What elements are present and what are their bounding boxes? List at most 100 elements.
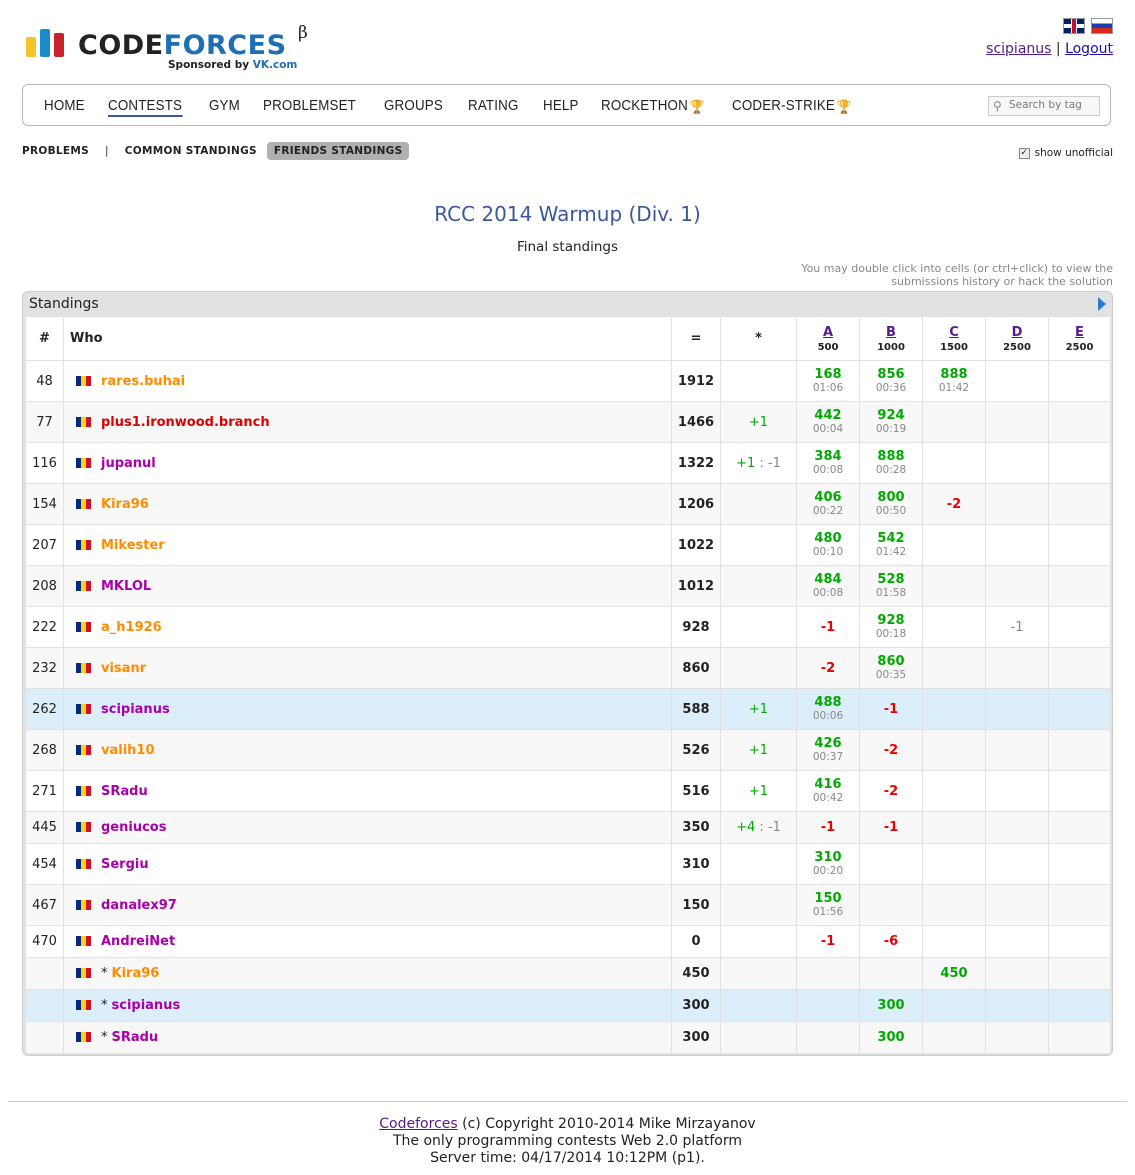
- hacks-cell[interactable]: [720, 843, 797, 885]
- problem-cell-d[interactable]: [985, 843, 1049, 885]
- common-standings-link[interactable]: COMMON STANDINGS: [125, 145, 257, 157]
- russian-flag-icon[interactable]: [1091, 18, 1113, 34]
- problem-cell-c[interactable]: [922, 1021, 986, 1054]
- handle-link[interactable]: MKLOL: [101, 579, 151, 594]
- problem-cell-a[interactable]: 384 00:08: [796, 442, 860, 484]
- problems-link[interactable]: PROBLEMS: [22, 145, 89, 157]
- hacks-cell[interactable]: +1: [720, 401, 797, 443]
- problem-cell-c[interactable]: [922, 565, 986, 607]
- handle-link[interactable]: AndreiNet: [101, 934, 175, 949]
- problem-cell-b[interactable]: -1: [859, 811, 923, 844]
- menu-item-rating[interactable]: RATING: [468, 98, 519, 117]
- problem-cell-c[interactable]: -2: [922, 483, 986, 525]
- handle-link[interactable]: scipianus: [101, 702, 170, 717]
- problem-cell-e[interactable]: [1048, 606, 1111, 648]
- problem-cell-b[interactable]: 860 00:35: [859, 647, 923, 689]
- problem-cell-d[interactable]: [985, 811, 1049, 844]
- hacks-cell[interactable]: [720, 884, 797, 926]
- problem-cell-b[interactable]: 300: [859, 1021, 923, 1054]
- problem-cell-b[interactable]: [859, 957, 923, 990]
- problem-cell-b[interactable]: 888 00:28: [859, 442, 923, 484]
- problem-cell-b[interactable]: -2: [859, 770, 923, 812]
- hacks-cell[interactable]: +4 : -1: [720, 811, 797, 844]
- problem-cell-c[interactable]: [922, 925, 986, 958]
- problem-cell-b[interactable]: [859, 843, 923, 885]
- menu-item-coder-strike[interactable]: CODER-STRIKE 🏆: [732, 98, 852, 117]
- problem-cell-a[interactable]: [796, 989, 860, 1022]
- problem-cell-c[interactable]: [922, 401, 986, 443]
- problem-cell-c[interactable]: [922, 688, 986, 730]
- problem-cell-e[interactable]: [1048, 729, 1111, 771]
- codeforces-logo[interactable]: CODEFORCES β Sponsored by VK.com: [26, 23, 326, 77]
- problem-cell-d[interactable]: [985, 401, 1049, 443]
- contest-title[interactable]: RCC 2014 Warmup (Div. 1): [0, 202, 1135, 226]
- problem-cell-b[interactable]: -6: [859, 925, 923, 958]
- problem-cell-e[interactable]: [1048, 360, 1111, 402]
- problem-cell-e[interactable]: [1048, 957, 1111, 990]
- problem-cell-a[interactable]: 488 00:06: [796, 688, 860, 730]
- problem-cell-e[interactable]: [1048, 442, 1111, 484]
- problem-cell-d[interactable]: [985, 729, 1049, 771]
- problem-cell-c[interactable]: [922, 524, 986, 566]
- problem-cell-c[interactable]: [922, 606, 986, 648]
- problem-cell-a[interactable]: 168 01:06: [796, 360, 860, 402]
- problem-cell-d[interactable]: [985, 688, 1049, 730]
- handle-link[interactable]: geniucos: [101, 820, 166, 835]
- problem-link[interactable]: D: [986, 325, 1048, 340]
- hacks-cell[interactable]: +1 : -1: [720, 442, 797, 484]
- problem-cell-b[interactable]: -1: [859, 688, 923, 730]
- handle-link[interactable]: rares.buhai: [101, 374, 185, 389]
- handle-link[interactable]: a_h1926: [101, 620, 162, 635]
- problem-cell-c[interactable]: [922, 770, 986, 812]
- problem-cell-e[interactable]: [1048, 565, 1111, 607]
- problem-cell-e[interactable]: [1048, 1021, 1111, 1054]
- handle-link[interactable]: jupanul: [101, 456, 156, 471]
- problem-cell-c[interactable]: [922, 989, 986, 1022]
- problem-cell-b[interactable]: [859, 884, 923, 926]
- problem-link[interactable]: A: [797, 325, 859, 340]
- english-flag-icon[interactable]: [1063, 18, 1085, 34]
- problem-link[interactable]: C: [923, 325, 985, 340]
- problem-cell-e[interactable]: [1048, 989, 1111, 1022]
- hacks-cell[interactable]: [720, 360, 797, 402]
- profile-link[interactable]: scipianus: [986, 41, 1051, 57]
- hacks-cell[interactable]: [720, 925, 797, 958]
- handle-link[interactable]: scipianus: [112, 998, 181, 1013]
- handle-link[interactable]: visanr: [101, 661, 146, 676]
- problem-cell-c[interactable]: [922, 843, 986, 885]
- handle-link[interactable]: SRadu: [112, 1030, 159, 1045]
- problem-link[interactable]: E: [1049, 325, 1110, 340]
- logout-link[interactable]: Logout: [1065, 41, 1113, 57]
- menu-item-rockethon[interactable]: ROCKETHON 🏆: [601, 98, 705, 117]
- problem-cell-c[interactable]: [922, 811, 986, 844]
- problem-cell-d[interactable]: [985, 360, 1049, 402]
- problem-cell-a[interactable]: 426 00:37: [796, 729, 860, 771]
- problem-link[interactable]: B: [860, 325, 922, 340]
- problem-cell-a[interactable]: -1: [796, 811, 860, 844]
- friends-standings-tab[interactable]: FRIENDS STANDINGS: [266, 142, 410, 160]
- problem-cell-a[interactable]: 406 00:22: [796, 483, 860, 525]
- problem-cell-c[interactable]: [922, 884, 986, 926]
- problem-cell-d[interactable]: [985, 989, 1049, 1022]
- problem-cell-d[interactable]: [985, 957, 1049, 990]
- problem-cell-c[interactable]: [922, 729, 986, 771]
- handle-link[interactable]: Sergiu: [101, 857, 149, 872]
- menu-item-home[interactable]: HOME: [44, 98, 85, 117]
- menu-item-help[interactable]: HELP: [543, 98, 579, 117]
- hacks-cell[interactable]: [720, 647, 797, 689]
- problem-cell-b[interactable]: 528 01:58: [859, 565, 923, 607]
- problem-cell-e[interactable]: [1048, 811, 1111, 844]
- hacks-cell[interactable]: +1: [720, 729, 797, 771]
- problem-cell-a[interactable]: 150 01:56: [796, 884, 860, 926]
- problem-cell-a[interactable]: -2: [796, 647, 860, 689]
- handle-link[interactable]: plus1.ironwood.branch: [101, 415, 270, 430]
- problem-cell-e[interactable]: [1048, 483, 1111, 525]
- problem-cell-e[interactable]: [1048, 925, 1111, 958]
- handle-link[interactable]: danalex97: [101, 898, 177, 913]
- hacks-cell[interactable]: [720, 1021, 797, 1054]
- hacks-cell[interactable]: [720, 483, 797, 525]
- problem-cell-e[interactable]: [1048, 524, 1111, 566]
- problem-cell-d[interactable]: [985, 647, 1049, 689]
- problem-cell-b[interactable]: 856 00:36: [859, 360, 923, 402]
- problem-cell-a[interactable]: [796, 1021, 860, 1054]
